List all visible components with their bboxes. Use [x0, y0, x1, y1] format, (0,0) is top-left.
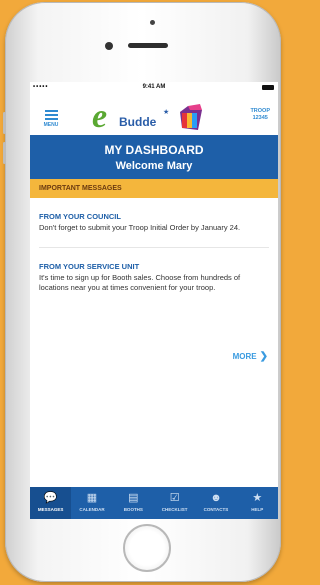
chat-icon: 💬	[43, 492, 58, 504]
tab-checklist[interactable]: ☑ CHECKLIST	[154, 487, 195, 519]
tab-label: BOOTHS	[123, 507, 143, 512]
hamburger-icon	[38, 110, 64, 120]
tab-label: CONTACTS	[203, 507, 229, 512]
logo-e: e	[92, 98, 108, 135]
section-header: IMPORTANT MESSAGES	[30, 179, 278, 198]
message-item[interactable]: FROM YOUR SERVICE UNIT It's time to sign…	[30, 248, 278, 293]
volume-button	[3, 112, 6, 134]
ebudde-logo: e Budde ★	[92, 98, 212, 135]
welcome-text: Welcome Mary	[115, 160, 193, 172]
more-link[interactable]: MORE ❯	[233, 351, 268, 362]
tab-label: MESSAGES	[37, 507, 64, 512]
battery-icon	[262, 85, 274, 90]
calendar-icon: ▦	[86, 492, 98, 504]
troop-number: 12345	[252, 115, 268, 121]
tab-contacts[interactable]: ☻ CONTACTS	[195, 487, 236, 519]
checklist-icon: ☑	[169, 492, 180, 504]
volume-button	[3, 142, 6, 164]
logo-star-icon: ★	[163, 109, 170, 116]
menu-button[interactable]: MENU	[38, 108, 64, 128]
menu-label: MENU	[43, 122, 59, 128]
message-item[interactable]: FROM YOUR COUNCIL Don't forget to submit…	[30, 198, 278, 233]
more-label: MORE	[232, 352, 257, 361]
tab-messages[interactable]: 💬 MESSAGES	[30, 487, 72, 519]
tab-booths[interactable]: ▤ BOOTHS	[113, 487, 154, 519]
message-body: It's time to sign up for Booth sales. Ch…	[39, 273, 241, 292]
tab-help[interactable]: ★ HELP	[237, 487, 278, 519]
dashboard-banner: MY DASHBOARD Welcome Mary	[30, 135, 278, 179]
app-header: MENU e Budde ★ TROOP 12345	[30, 92, 278, 135]
tab-label: HELP	[251, 507, 264, 512]
camera-icon	[150, 20, 155, 25]
contacts-icon: ☻	[210, 492, 222, 504]
message-title: FROM YOUR COUNCIL	[39, 212, 121, 221]
message-body: Don't forget to submit your Troop Initia…	[39, 223, 241, 232]
phone-frame: ••••• 9:41 AM MENU e Budde ★ TROOP 12345…	[3, 2, 281, 582]
tab-bar: 💬 MESSAGES ▦ CALENDAR ▤ BOOTHS ☑ CHECKLI…	[30, 487, 278, 519]
home-button[interactable]	[123, 524, 171, 572]
status-time: 9:41 AM	[142, 84, 166, 90]
page-title: MY DASHBOARD	[104, 143, 204, 157]
tab-calendar[interactable]: ▦ CALENDAR	[71, 487, 112, 519]
app-screen: ••••• 9:41 AM MENU e Budde ★ TROOP 12345…	[30, 82, 278, 519]
booth-icon: ▤	[128, 492, 139, 504]
tab-label: CALENDAR	[79, 507, 105, 512]
cookie-box-icon	[180, 104, 202, 130]
speaker-grill	[128, 43, 168, 48]
status-bar: ••••• 9:41 AM	[30, 82, 278, 92]
message-title: FROM YOUR SERVICE UNIT	[39, 262, 140, 271]
troop-button[interactable]: TROOP 12345	[250, 108, 270, 122]
tab-label: CHECKLIST	[161, 507, 188, 512]
star-icon: ★	[252, 492, 263, 504]
troop-label: TROOP	[250, 108, 270, 114]
logo-word: Budde	[119, 115, 157, 129]
front-camera-icon	[105, 42, 113, 50]
chevron-right-icon: ❯	[259, 351, 268, 362]
